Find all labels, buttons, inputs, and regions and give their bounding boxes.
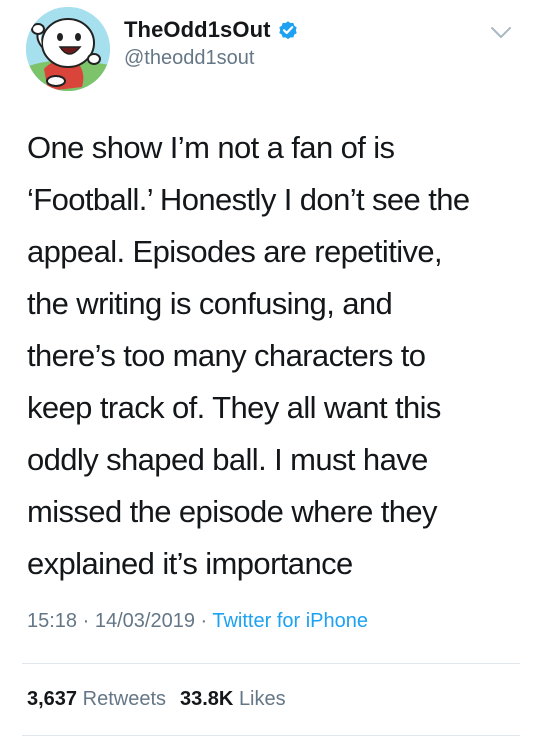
tweet-text-line: One show I’m not a fan of is	[27, 130, 395, 165]
tweet-text-line: oddly shaped ball. I must have	[27, 442, 428, 477]
tweet-meta: 15:18 · 14/03/2019 · Twitter for iPhone	[27, 610, 368, 633]
avatar[interactable]	[26, 7, 110, 91]
tweet-date[interactable]: 14/03/2019	[95, 610, 195, 632]
divider	[22, 663, 520, 664]
verified-badge-icon	[278, 21, 297, 40]
tweet-text-line: explained it’s importance	[27, 546, 353, 581]
tweet-header: TheOdd1sOut @theodd1sout	[0, 0, 540, 100]
chevron-down-icon[interactable]	[490, 26, 512, 40]
display-name-row: TheOdd1sOut	[124, 16, 299, 44]
tweet-text-line: the writing is confusing, and	[27, 286, 393, 321]
tweet-text-line: keep track of. They all want this	[27, 390, 441, 425]
user-handle[interactable]: @theodd1sout	[124, 47, 299, 70]
tweet-source-link[interactable]: Twitter for iPhone	[212, 610, 368, 632]
likes-label: Likes	[238, 688, 286, 710]
meta-separator: ·	[194, 610, 213, 632]
tweet-text-line: missed the episode where they	[27, 494, 438, 529]
tweet-stats: 3,637 Retweets 33.8K Likes	[27, 688, 300, 711]
tweet-time[interactable]: 15:18	[27, 610, 77, 632]
divider	[22, 735, 520, 736]
retweets-count: 3,637	[27, 688, 78, 710]
tweet-text-line: there’s too many characters to	[27, 338, 426, 373]
tweet-text: One show I’m not a fan of is ‘Football.’…	[27, 122, 527, 590]
retweets-label: Retweets	[82, 688, 166, 710]
tweet-text-line: appeal. Episodes are repetitive,	[27, 234, 443, 269]
retweets-stat[interactable]: 3,637 Retweets	[27, 688, 166, 710]
likes-stat[interactable]: 33.8K Likes	[180, 688, 286, 710]
cartoon-character-avatar-icon	[26, 7, 110, 91]
user-names: TheOdd1sOut @theodd1sout	[124, 16, 299, 70]
likes-count: 33.8K	[180, 688, 234, 710]
tweet-text-line: ‘Football.’ Honestly I don’t see the	[27, 182, 470, 217]
display-name[interactable]: TheOdd1sOut	[124, 17, 271, 43]
meta-separator: ·	[77, 610, 95, 632]
